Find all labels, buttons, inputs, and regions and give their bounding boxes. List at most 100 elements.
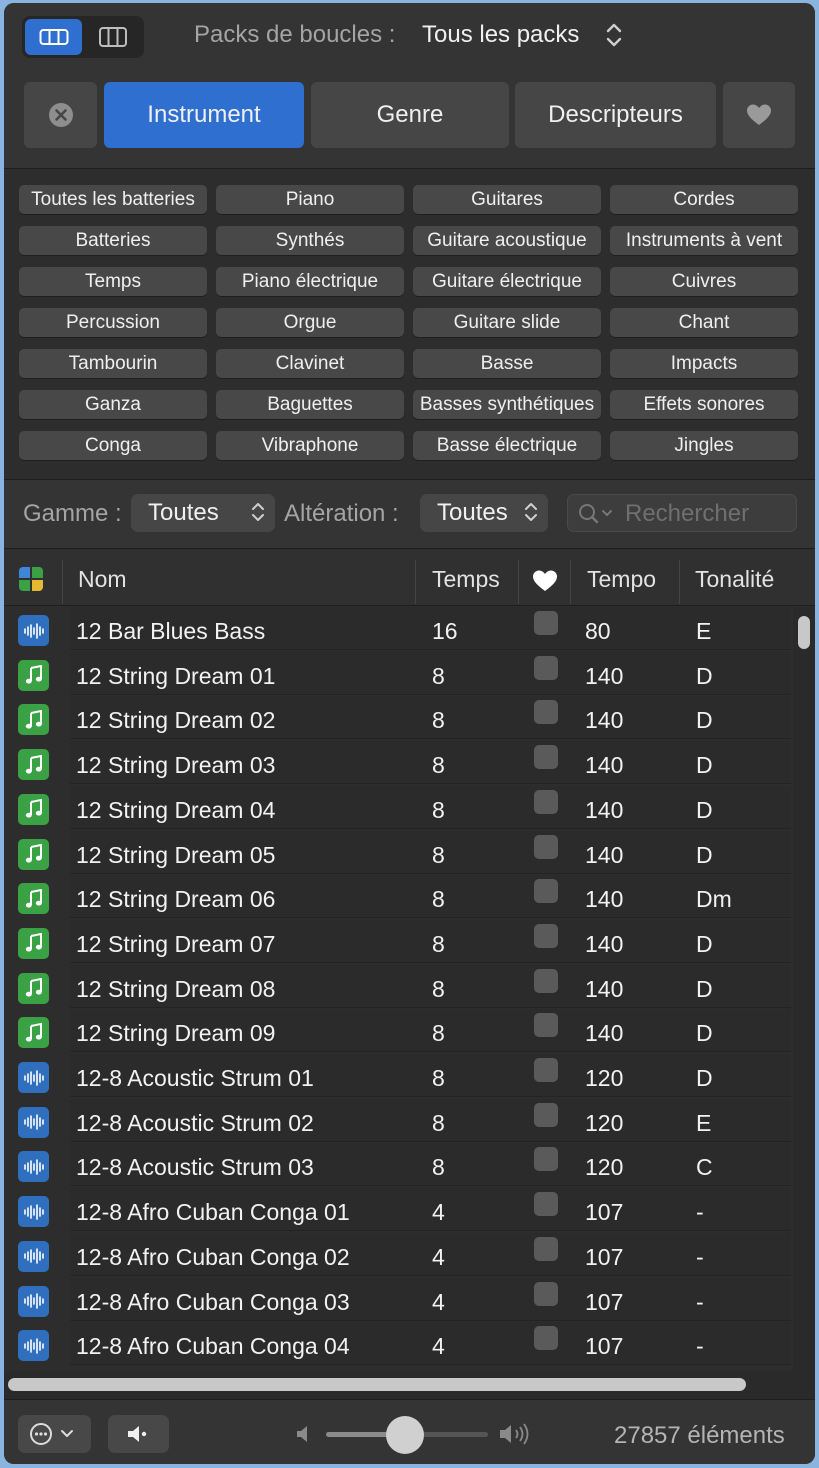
table-row[interactable]: 12 String Dream 06 8 140 Dm <box>4 875 791 919</box>
keyword-button[interactable]: Cordes <box>610 185 798 214</box>
music-note-icon <box>18 972 49 1004</box>
loop-name: 12 String Dream 04 <box>76 796 276 823</box>
horizontal-scroll-thumb[interactable] <box>8 1378 746 1391</box>
volume-low-icon <box>297 1426 307 1442</box>
favorite-checkbox[interactable] <box>534 1058 558 1082</box>
favorite-checkbox[interactable] <box>534 834 558 859</box>
volume-slider-knob[interactable] <box>386 1416 425 1454</box>
favorite-checkbox[interactable] <box>534 1326 558 1351</box>
table-row[interactable]: 12 String Dream 08 8 140 D <box>4 964 791 1009</box>
loop-name: 12 String Dream 02 <box>76 707 276 734</box>
vertical-scrollbar[interactable] <box>793 607 815 1371</box>
favorite-checkbox[interactable] <box>534 611 558 635</box>
table-row[interactable]: 12-8 Afro Cuban Conga 03 4 107 - <box>4 1277 791 1322</box>
horizontal-scrollbar[interactable] <box>4 1371 815 1399</box>
favorite-checkbox[interactable] <box>534 789 558 814</box>
loop-name: 12 String Dream 09 <box>76 1020 276 1047</box>
column-header-favorite[interactable] <box>532 569 558 598</box>
keyword-button[interactable]: Batteries <box>19 226 207 255</box>
keyword-button[interactable]: Effets sonores <box>610 390 798 419</box>
favorite-checkbox[interactable] <box>534 1236 558 1261</box>
table-row[interactable]: 12-8 Afro Cuban Conga 04 4 107 - <box>4 1322 791 1366</box>
keyword-button[interactable]: Guitares <box>413 185 601 214</box>
keyword-button[interactable]: Tambourin <box>19 349 207 378</box>
table-row[interactable]: 12-8 Afro Cuban Conga 02 4 107 - <box>4 1232 791 1277</box>
favorite-checkbox[interactable] <box>534 745 558 770</box>
favorite-checkbox[interactable] <box>534 1102 558 1127</box>
table-row[interactable]: 12 String Dream 02 8 140 D <box>4 696 791 740</box>
keyword-button[interactable]: Baguettes <box>216 390 404 419</box>
favorite-checkbox[interactable] <box>534 1147 558 1172</box>
favorite-checkbox[interactable] <box>534 879 558 904</box>
reset-button[interactable] <box>24 82 97 148</box>
search-field[interactable]: Rechercher <box>567 494 797 532</box>
tab-instrument[interactable]: Instrument <box>104 82 304 148</box>
scale-select[interactable]: Toutes <box>131 494 275 532</box>
table-row[interactable]: 12 String Dream 03 8 140 D <box>4 741 791 785</box>
loop-key: D <box>696 707 713 734</box>
keyword-button[interactable]: Guitare électrique <box>413 267 601 296</box>
table-row[interactable]: 12 Bar Blues Bass 16 80 E <box>4 607 791 651</box>
column-header-name[interactable]: Nom <box>78 566 127 593</box>
keyword-button[interactable]: Basse <box>413 349 601 378</box>
keyword-button[interactable]: Percussion <box>19 308 207 337</box>
favorite-checkbox[interactable] <box>534 968 558 993</box>
keyword-button[interactable]: Clavinet <box>216 349 404 378</box>
accidental-select[interactable]: Toutes <box>420 494 548 532</box>
table-row[interactable]: 12 String Dream 05 8 140 D <box>4 830 791 875</box>
table-row[interactable]: 12 String Dream 04 8 140 D <box>4 785 791 830</box>
loop-key: E <box>696 618 712 644</box>
favorite-checkbox[interactable] <box>534 1192 558 1217</box>
keyword-button[interactable]: Guitare slide <box>413 308 601 337</box>
loop-type-column-header[interactable] <box>18 566 44 597</box>
button-view-button[interactable] <box>25 19 82 55</box>
loop-key: - <box>696 1243 704 1270</box>
keyword-button[interactable]: Conga <box>19 431 207 460</box>
search-input[interactable]: Rechercher <box>625 500 749 528</box>
keyword-button[interactable]: Vibraphone <box>216 431 404 460</box>
keyword-button[interactable]: Basses synthétiques <box>413 390 601 419</box>
more-actions-button[interactable] <box>18 1415 91 1453</box>
table-row[interactable]: 12-8 Afro Cuban Conga 01 4 107 - <box>4 1188 791 1232</box>
favorite-checkbox[interactable] <box>534 655 558 680</box>
chevron-up-down-icon[interactable] <box>604 21 624 49</box>
column-header-beats[interactable]: Temps <box>432 566 500 593</box>
table-row[interactable]: 12 String Dream 09 8 140 D <box>4 1009 791 1053</box>
keyword-button[interactable]: Cuivres <box>610 267 798 296</box>
loop-type-icon <box>19 567 43 591</box>
column-header-tempo[interactable]: Tempo <box>587 566 656 593</box>
browser-footer: 27857 éléments <box>4 1399 815 1464</box>
keyword-button[interactable]: Piano électrique <box>216 267 404 296</box>
favorite-checkbox[interactable] <box>534 1281 558 1306</box>
favorites-button[interactable] <box>723 82 795 148</box>
keyword-button[interactable]: Synthés <box>216 226 404 255</box>
favorite-checkbox[interactable] <box>534 700 558 725</box>
keyword-button[interactable]: Piano <box>216 185 404 214</box>
tab-descriptors[interactable]: Descripteurs <box>515 82 716 148</box>
keyword-button[interactable]: Chant <box>610 308 798 337</box>
keyword-button[interactable]: Impacts <box>610 349 798 378</box>
favorite-checkbox[interactable] <box>534 1013 558 1038</box>
column-view-button[interactable] <box>84 19 141 55</box>
tab-genre[interactable]: Genre <box>311 82 509 148</box>
keyword-button[interactable]: Toutes les batteries <box>19 185 207 214</box>
keyword-button[interactable]: Temps <box>19 267 207 296</box>
preview-volume-button[interactable] <box>108 1415 169 1453</box>
table-row[interactable]: 12-8 Acoustic Strum 02 8 120 E <box>4 1098 791 1143</box>
keyword-button[interactable]: Guitare acoustique <box>413 226 601 255</box>
keyword-button[interactable]: Orgue <box>216 308 404 337</box>
keyword-button[interactable]: Instruments à vent <box>610 226 798 255</box>
keyword-button[interactable]: Basse électrique <box>413 431 601 460</box>
table-row[interactable]: 12 String Dream 01 8 140 D <box>4 651 791 696</box>
table-row[interactable]: 12-8 Acoustic Strum 01 8 120 D <box>4 1054 791 1098</box>
column-header-key[interactable]: Tonalité <box>695 566 774 593</box>
loop-beats: 8 <box>432 975 445 1002</box>
keyword-button[interactable]: Ganza <box>19 390 207 419</box>
table-row[interactable]: 12-8 Acoustic Strum 03 8 120 C <box>4 1143 791 1187</box>
favorite-checkbox[interactable] <box>534 923 558 948</box>
keyword-button[interactable]: Jingles <box>610 431 798 460</box>
vertical-scroll-thumb[interactable] <box>798 616 810 649</box>
table-row[interactable]: 12 String Dream 07 8 140 D <box>4 919 791 964</box>
loop-key: - <box>696 1333 704 1360</box>
loop-packs-select[interactable]: Tous les packs <box>422 21 579 49</box>
